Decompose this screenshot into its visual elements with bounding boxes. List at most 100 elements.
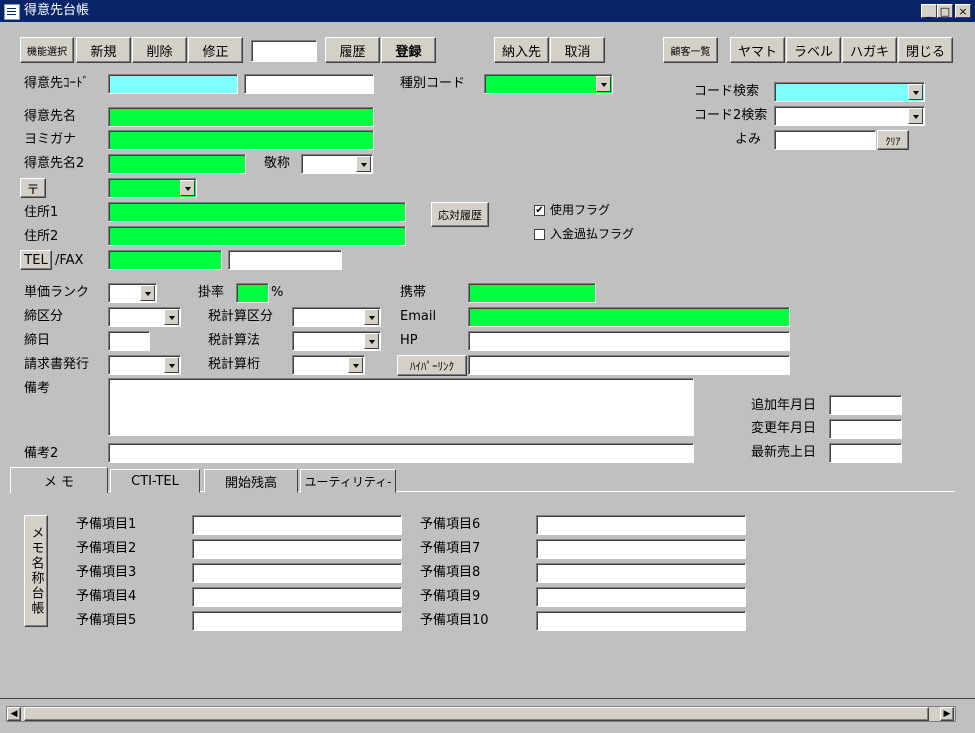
rate-label: 掛率 xyxy=(198,285,225,300)
chevron-down-icon[interactable] xyxy=(908,84,923,100)
spare-item-2-input[interactable] xyxy=(192,539,402,559)
honorific-label: 敬称 xyxy=(264,156,291,171)
chevron-down-icon[interactable] xyxy=(164,309,179,325)
tab-opening-balance[interactable]: 開始残高 xyxy=(204,469,298,493)
hyperlink-input[interactable] xyxy=(468,355,790,375)
postal-button[interactable]: 〒 xyxy=(20,178,46,198)
cancel-button[interactable]: 取消 xyxy=(550,37,605,63)
close-button[interactable]: 閉じる xyxy=(898,37,953,63)
notes-textarea[interactable] xyxy=(108,378,694,436)
code-search-label: コード検索 xyxy=(694,84,760,99)
kana-input[interactable] xyxy=(108,130,374,150)
rate-input[interactable] xyxy=(236,283,269,303)
tab-memo[interactable]: メ モ xyxy=(10,467,108,493)
spare-item-4-input[interactable] xyxy=(192,587,402,607)
chevron-down-icon[interactable] xyxy=(348,357,363,373)
customer-code-input[interactable] xyxy=(108,74,238,94)
maximize-button[interactable]: □ xyxy=(937,4,953,18)
tab-cti-tel[interactable]: CTI-TEL xyxy=(110,469,200,493)
hp-label: HP xyxy=(400,333,418,348)
changed-date-label: 変更年月日 xyxy=(751,421,817,436)
price-rank-select[interactable] xyxy=(108,283,157,303)
added-date-input[interactable] xyxy=(829,395,902,415)
minimize-button[interactable]: _ xyxy=(921,4,937,18)
fax-label: /FAX xyxy=(55,253,84,268)
spare-item-5-input[interactable] xyxy=(192,611,402,631)
email-label: Email xyxy=(400,309,437,324)
notes2-input[interactable] xyxy=(108,443,694,463)
spare-item-8-input[interactable] xyxy=(536,563,746,583)
scrollbar-thumb[interactable] xyxy=(24,707,929,721)
chevron-down-icon[interactable] xyxy=(164,357,179,373)
changed-date-input[interactable] xyxy=(829,419,902,439)
tax-digits-select[interactable] xyxy=(292,355,365,375)
postcard-button[interactable]: ハガキ xyxy=(842,37,897,63)
chevron-down-icon[interactable] xyxy=(356,156,371,172)
tax-calc-type-select[interactable] xyxy=(292,307,381,327)
spare-item-6-label: 予備項目6 xyxy=(420,517,481,532)
chevron-down-icon[interactable] xyxy=(140,285,155,301)
address2-input[interactable] xyxy=(108,226,406,246)
use-flag-checkbox[interactable]: ✔ xyxy=(534,205,545,216)
chevron-down-icon[interactable] xyxy=(596,76,611,92)
chevron-down-icon[interactable] xyxy=(364,333,379,349)
closing-day-input[interactable] xyxy=(108,331,150,351)
fax-input[interactable] xyxy=(228,250,342,270)
customer-name-input[interactable] xyxy=(108,107,374,127)
postal-select[interactable] xyxy=(108,178,197,198)
spare-item-7-input[interactable] xyxy=(536,539,746,559)
last-sale-date-input[interactable] xyxy=(829,443,902,463)
customer-name2-input[interactable] xyxy=(108,154,246,174)
customer-list-button[interactable]: 顧客一覧 xyxy=(663,37,718,63)
code2-search-select[interactable] xyxy=(774,106,925,126)
response-history-button[interactable]: 応対履歴 xyxy=(431,202,489,227)
edit-button[interactable]: 修正 xyxy=(188,37,243,63)
email-input[interactable] xyxy=(468,307,790,327)
code-search-select[interactable] xyxy=(774,82,925,102)
yamato-button[interactable]: ヤマト xyxy=(730,37,785,63)
chevron-down-icon[interactable] xyxy=(364,309,379,325)
clear-button[interactable]: ｸﾘｱ xyxy=(877,130,909,150)
type-code-select[interactable] xyxy=(484,74,613,94)
closing-type-select[interactable] xyxy=(108,307,181,327)
customer-name2-label: 得意先名2 xyxy=(24,156,85,171)
function-select-button[interactable]: 機能選択 xyxy=(20,37,74,63)
register-button[interactable]: 登録 xyxy=(381,37,436,63)
yomi-input[interactable] xyxy=(774,130,876,150)
hyperlink-button[interactable]: ﾊｲﾊﾟｰﾘﾝｸ xyxy=(397,355,467,376)
label-button[interactable]: ラベル xyxy=(786,37,841,63)
hp-input[interactable] xyxy=(468,331,790,351)
delivery-button[interactable]: 納入先 xyxy=(494,37,549,63)
address1-input[interactable] xyxy=(108,202,406,222)
mobile-input[interactable] xyxy=(468,283,596,303)
spare-item-6-input[interactable] xyxy=(536,515,746,535)
closing-type-label: 締区分 xyxy=(24,309,64,324)
spare-item-10-input[interactable] xyxy=(536,611,746,631)
customer-code-sub-input[interactable] xyxy=(244,74,374,94)
tab-utility[interactable]: ユーティリティ- xyxy=(300,469,396,493)
tel-input[interactable] xyxy=(108,250,222,270)
scroll-right-icon[interactable]: ▶ xyxy=(940,707,954,721)
mobile-label: 携帯 xyxy=(400,285,427,300)
spare-item-9-input[interactable] xyxy=(536,587,746,607)
spare-item-1-input[interactable] xyxy=(192,515,402,535)
memo-name-ledger-button[interactable]: メモ名称台帳 xyxy=(24,515,48,627)
address2-label: 住所2 xyxy=(24,229,59,244)
close-window-button[interactable]: × xyxy=(955,4,971,18)
window-title: 得意先台帳 xyxy=(24,3,90,18)
tel-button[interactable]: TEL xyxy=(20,250,52,270)
toolbar-input[interactable] xyxy=(251,40,317,62)
honorific-select[interactable] xyxy=(301,154,373,174)
chevron-down-icon[interactable] xyxy=(908,108,923,124)
spare-item-3-input[interactable] xyxy=(192,563,402,583)
scroll-left-icon[interactable]: ◀ xyxy=(7,707,21,721)
tax-digits-label: 税計算桁 xyxy=(208,357,261,372)
tax-method-select[interactable] xyxy=(292,331,381,351)
overpay-flag-checkbox[interactable] xyxy=(534,229,545,240)
history-button[interactable]: 履歴 xyxy=(325,37,380,63)
spare-item-7-label: 予備項目7 xyxy=(420,541,481,556)
invoice-select[interactable] xyxy=(108,355,181,375)
chevron-down-icon[interactable] xyxy=(180,180,195,196)
new-button[interactable]: 新規 xyxy=(76,37,131,63)
delete-button[interactable]: 削除 xyxy=(132,37,187,63)
